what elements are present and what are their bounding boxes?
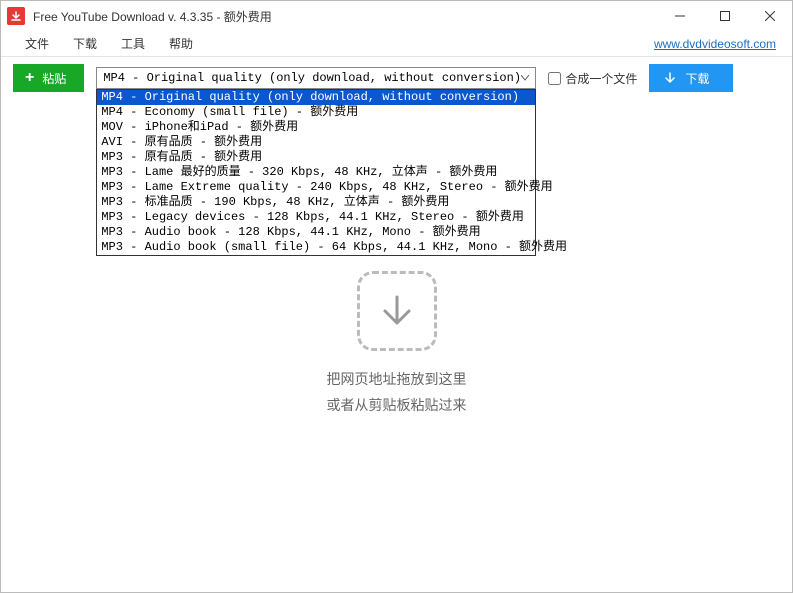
arrow-down-icon: [377, 291, 417, 331]
drop-line2: 或者从剪贴板粘贴过来: [327, 393, 467, 418]
quality-option[interactable]: MP4 - Original quality (only download, w…: [97, 90, 535, 105]
quality-option[interactable]: MP3 - 原有品质 - 额外费用: [97, 150, 535, 165]
paste-label: 粘贴: [42, 70, 66, 87]
quality-option[interactable]: MOV - iPhone和iPad - 额外费用: [97, 120, 535, 135]
drop-text: 把网页地址拖放到这里 或者从剪贴板粘贴过来: [327, 367, 467, 417]
window-title: Free YouTube Download v. 4.3.35 - 额外费用: [33, 8, 657, 25]
app-icon: [7, 7, 25, 25]
menubar: 文件 下载 工具 帮助 www.dvdvideosoft.com: [1, 31, 792, 57]
merge-checkbox-input[interactable]: [548, 72, 561, 85]
quality-option[interactable]: MP3 - Legacy devices - 128 Kbps, 44.1 KH…: [97, 210, 535, 225]
maximize-button[interactable]: [702, 1, 747, 31]
plus-icon: +: [25, 69, 34, 87]
quality-selected-text: MP4 - Original quality (only download, w…: [103, 71, 521, 85]
quality-select-display[interactable]: MP4 - Original quality (only download, w…: [96, 67, 536, 89]
drop-line1: 把网页地址拖放到这里: [327, 367, 467, 392]
quality-option[interactable]: MP3 - Lame 最好的质量 - 320 Kbps, 48 KHz, 立体声…: [97, 165, 535, 180]
quality-option[interactable]: MP4 - Economy (small file) - 额外费用: [97, 105, 535, 120]
window-controls: [657, 1, 792, 31]
quality-option[interactable]: AVI - 原有品质 - 额外费用: [97, 135, 535, 150]
merge-label: 合成一个文件: [565, 70, 637, 87]
paste-button[interactable]: + 粘贴: [13, 64, 84, 92]
quality-option[interactable]: MP3 - Lame Extreme quality - 240 Kbps, 4…: [97, 180, 535, 195]
quality-dropdown: MP4 - Original quality (only download, w…: [96, 89, 536, 256]
download-button[interactable]: 下载: [649, 64, 733, 92]
download-icon: [663, 71, 677, 85]
chevron-down-icon: [521, 71, 529, 85]
vendor-link[interactable]: www.dvdvideosoft.com: [654, 37, 780, 51]
quality-option[interactable]: MP3 - Audio book - 128 Kbps, 44.1 KHz, M…: [97, 225, 535, 240]
quality-select[interactable]: MP4 - Original quality (only download, w…: [96, 67, 536, 89]
menu-help[interactable]: 帮助: [157, 31, 205, 56]
titlebar: Free YouTube Download v. 4.3.35 - 额外费用: [1, 1, 792, 31]
minimize-button[interactable]: [657, 1, 702, 31]
quality-option[interactable]: MP3 - Audio book (small file) - 64 Kbps,…: [97, 240, 535, 255]
close-button[interactable]: [747, 1, 792, 31]
merge-checkbox[interactable]: 合成一个文件: [548, 70, 637, 87]
menu-tools[interactable]: 工具: [109, 31, 157, 56]
menu-download[interactable]: 下载: [61, 31, 109, 56]
toolbar: + 粘贴 MP4 - Original quality (only downlo…: [1, 57, 792, 99]
drop-zone-icon: [357, 271, 437, 351]
menu-file[interactable]: 文件: [13, 31, 61, 56]
download-label: 下载: [685, 70, 709, 87]
quality-option[interactable]: MP3 - 标准品质 - 190 Kbps, 48 KHz, 立体声 - 额外费…: [97, 195, 535, 210]
